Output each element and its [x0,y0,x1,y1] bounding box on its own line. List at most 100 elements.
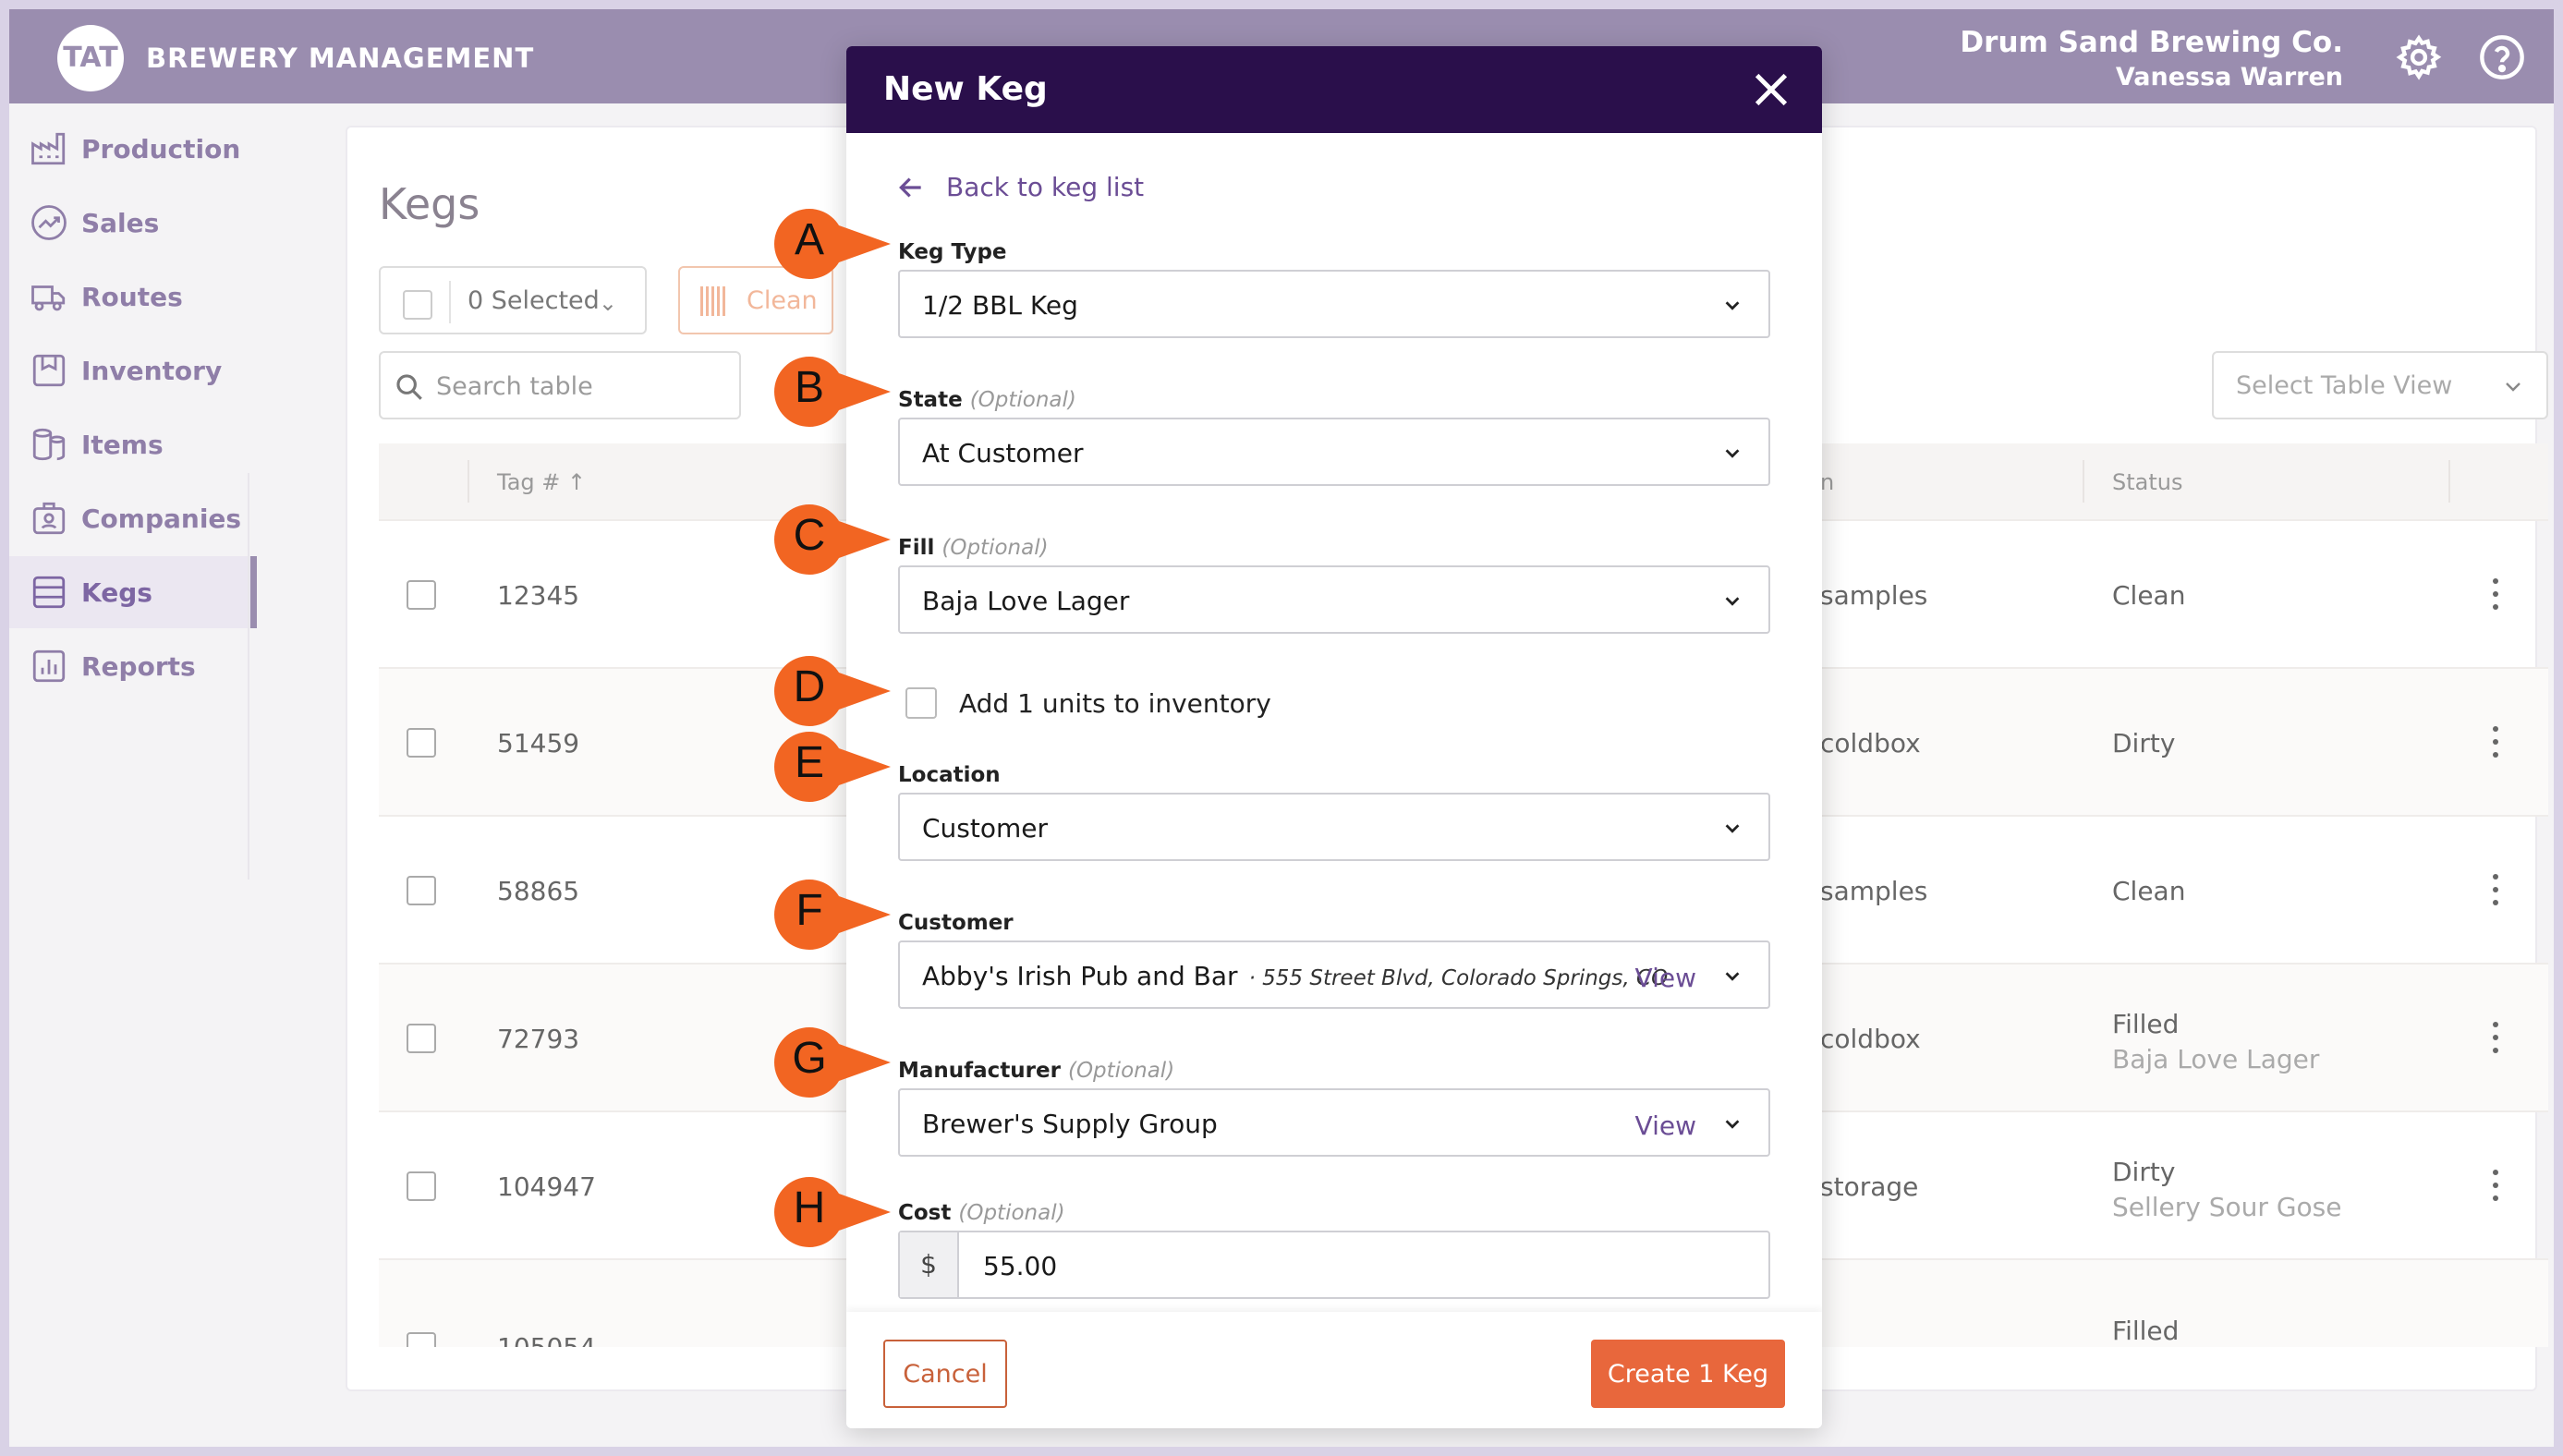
column-status[interactable]: Status [2112,469,2182,495]
callout-letter: G [792,1034,827,1083]
cost-label: Cost (Optional) [898,1201,1065,1225]
table-view-select[interactable]: Select Table View [2212,351,2548,419]
row-checkbox[interactable] [407,1171,436,1201]
manufacturer-view-link[interactable]: View [1635,1110,1696,1141]
close-icon[interactable] [1750,68,1792,111]
state-select[interactable]: At Customer [898,418,1770,486]
row-location: storage [1820,1171,1919,1202]
callout-letter: E [794,738,824,787]
row-checkbox[interactable] [407,876,436,905]
customer-view-link[interactable]: View [1635,963,1696,993]
row-location: coldbox [1820,1024,1921,1054]
column-tag[interactable]: Tag # ↑ [497,469,586,495]
sidebar-item-items[interactable]: Items [9,408,257,480]
report-icon [32,649,66,683]
keg-type-label: Keg Type [898,240,1007,264]
more-vert-icon[interactable] [2493,1022,2500,1055]
customer-address: · 555 Street Blvd, Colorado Springs, CO [1248,966,1669,990]
more-vert-icon[interactable] [2493,1170,2500,1203]
help-icon[interactable] [2478,33,2526,81]
badge-icon [32,502,66,535]
row-status: Clean [2112,580,2186,611]
optional-tag: (Optional) [1067,1059,1175,1083]
field-label-text: State [898,388,963,412]
cost-input[interactable]: $ 55.00 [898,1231,1770,1299]
row-location: coldbox [1820,728,1921,758]
row-checkbox[interactable] [407,580,436,610]
modal-header: New Keg [846,46,1822,133]
search-input[interactable] [436,368,732,405]
sidebar-item-label: Kegs [81,576,152,608]
select-all-checkbox[interactable] [403,290,432,320]
manufacturer-value: Brewer's Supply Group [922,1109,1218,1139]
optional-tag: (Optional) [969,388,1076,412]
sort-asc-icon: ↑ [567,469,587,495]
barcode-icon [700,286,728,316]
manufacturer-label: Manufacturer (Optional) [898,1059,1174,1083]
column-divider [2083,460,2084,503]
row-tag: 51459 [497,728,580,758]
sidebar-item-label: Production [81,133,241,164]
sidebar-item-inventory[interactable]: Inventory [9,334,257,406]
sidebar-item-production[interactable]: Production [9,113,257,185]
clean-button-label: Clean [747,286,818,315]
fill-select[interactable]: Baja Love Lager [898,565,1770,634]
field-label-text: Fill [898,536,935,560]
app-frame: TAT BREWERY MANAGEMENT Drum Sand Brewing… [9,9,2554,1447]
cancel-button[interactable]: Cancel [883,1340,1007,1408]
manufacturer-select[interactable]: Brewer's Supply Group View [898,1088,1770,1157]
row-checkbox[interactable] [407,1024,436,1053]
row-checkbox[interactable] [407,1332,436,1347]
search-icon [396,374,422,400]
create-keg-button[interactable]: Create 1 Keg [1591,1340,1785,1408]
search-table [379,351,741,419]
chevron-down-icon [2506,382,2520,392]
app-logo[interactable]: TAT [57,25,124,91]
add-to-inventory-label: Add 1 units to inventory [959,687,1271,719]
sidebar-item-kegs[interactable]: Kegs [9,556,257,628]
row-tag: 12345 [497,580,580,611]
row-status: Dirty [2112,1157,2176,1187]
chevron-down-icon: ⌄ [598,290,617,316]
checkbox-box[interactable] [905,687,937,719]
more-vert-icon[interactable] [2493,874,2500,907]
sidebar-item-routes[interactable]: Routes [9,261,257,333]
callout-marker: D [771,654,893,728]
sidebar-item-label: Inventory [81,355,223,386]
sidebar-item-reports[interactable]: Reports [9,630,257,702]
row-checkbox[interactable] [407,728,436,758]
state-label: State (Optional) [898,388,1076,412]
row-status: Filled [2112,1009,2180,1039]
more-vert-icon[interactable] [2493,578,2500,612]
cost-value[interactable]: 55.00 [983,1251,1057,1281]
keg-type-select[interactable]: 1/2 BBL Keg [898,270,1770,338]
factory-icon [31,132,66,165]
sidebar-divider [248,473,249,880]
row-location: samples [1820,580,1928,611]
callout-marker: F [771,878,893,952]
barrels-icon [32,428,66,461]
back-to-keg-list-link[interactable]: Back to keg list [896,172,1144,202]
callout-marker: G [771,1025,893,1099]
more-vert-icon[interactable] [2493,726,2500,759]
row-location: samples [1820,876,1928,906]
add-to-inventory-checkbox[interactable]: Add 1 units to inventory [905,687,1271,719]
chevron-down-icon [1725,1120,1740,1129]
user-name[interactable]: Vanessa Warren [2116,63,2343,91]
sidebar-item-companies[interactable]: Companies [9,482,257,554]
customer-select[interactable]: Abby's Irish Pub and Bar · 555 Street Blv… [898,940,1770,1009]
row-status: Clean [2112,876,2186,906]
chevron-down-icon [1725,301,1740,310]
row-tag: 104947 [497,1171,596,1202]
callout-marker: C [771,503,893,576]
sidebar-item-sales[interactable]: Sales [9,187,257,259]
sidebar-item-label: Items [81,429,164,460]
gear-icon[interactable] [2395,33,2443,81]
column-location[interactable]: n [1820,469,1834,495]
bulk-select-dropdown[interactable]: 0 Selected ⌄ [379,266,647,334]
row-status-detail: Sellery Sour Gose [2112,1192,2342,1222]
location-select[interactable]: Customer [898,793,1770,861]
callout-marker: H [771,1175,893,1249]
sidebar-item-label: Reports [81,650,196,682]
company-name: Drum Sand Brewing Co. [1960,26,2343,59]
